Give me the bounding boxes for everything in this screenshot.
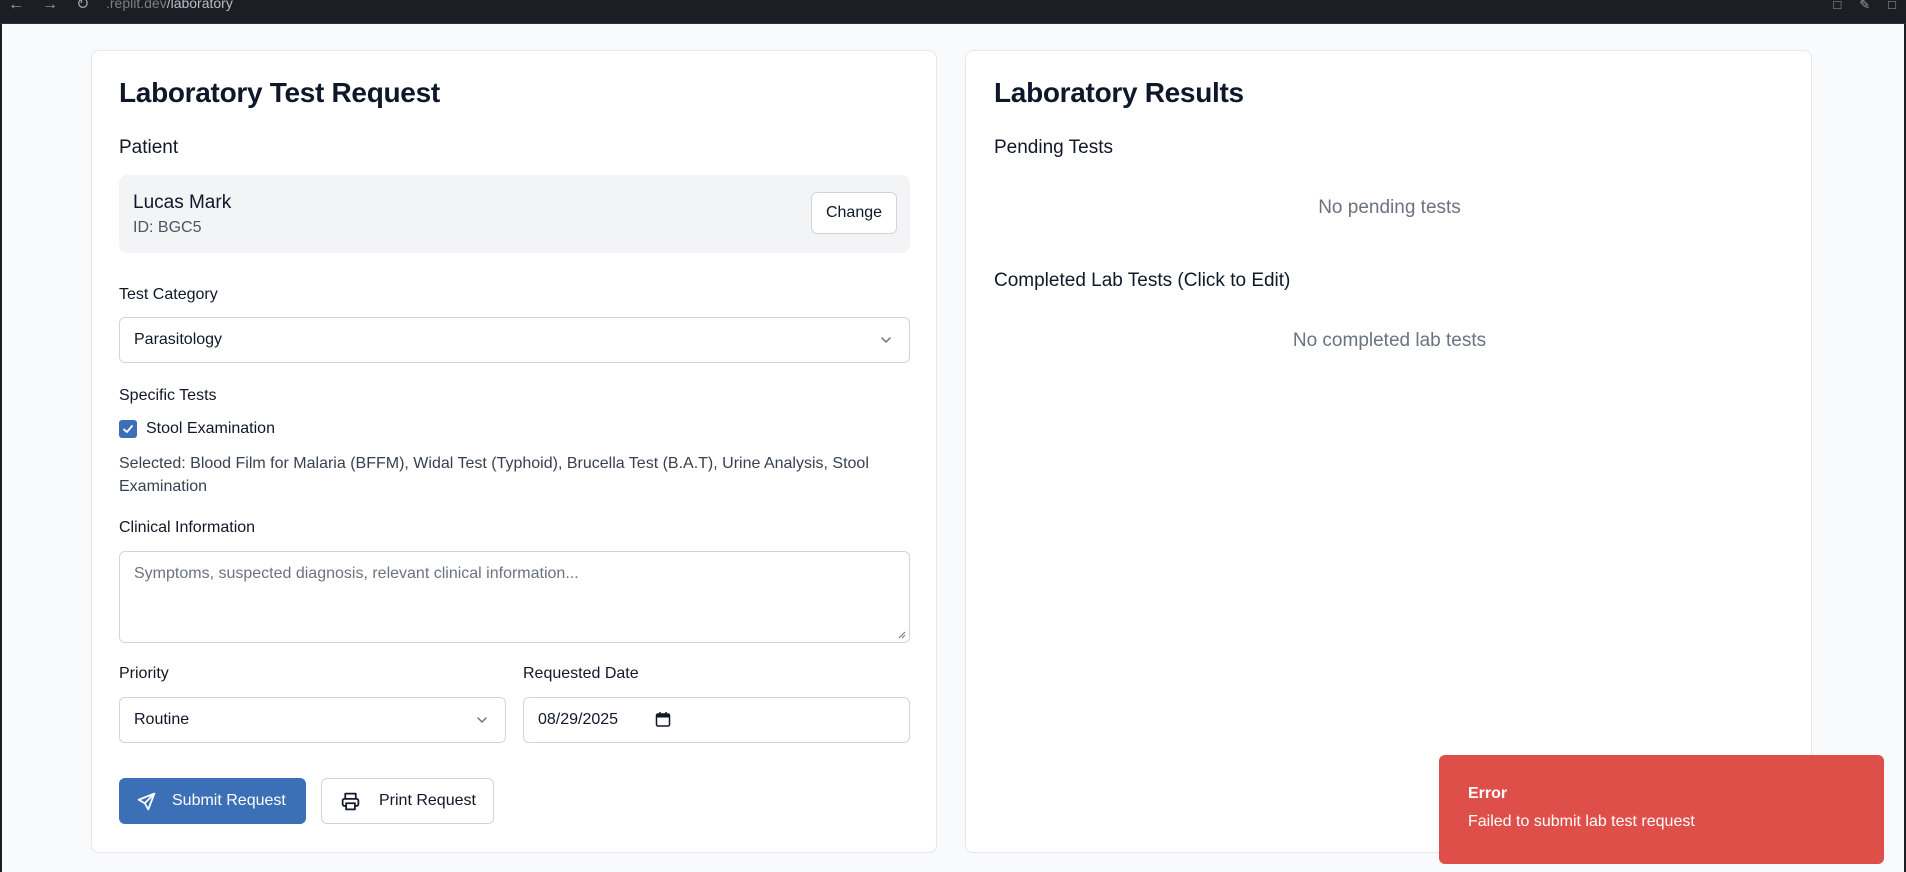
- url-path: /laboratory: [166, 0, 233, 11]
- browser-nav: ← → ↻: [8, 0, 89, 13]
- window-frame-left: [0, 24, 2, 872]
- tab-icon[interactable]: □: [1833, 0, 1841, 13]
- patient-card: Lucas Mark ID: BGC5 Change: [119, 175, 910, 253]
- completed-tests-label: Completed Lab Tests (Click to Edit): [994, 270, 1291, 291]
- back-icon[interactable]: ←: [8, 0, 24, 13]
- request-title: Laboratory Test Request: [119, 77, 440, 108]
- requested-date-input[interactable]: 08/29/2025: [523, 697, 910, 743]
- patient-name: Lucas Mark: [133, 192, 232, 213]
- specific-tests-label: Specific Tests: [119, 387, 217, 404]
- stool-examination-checkbox[interactable]: [119, 420, 137, 438]
- clinical-info-textarea[interactable]: Symptoms, suspected diagnosis, relevant …: [119, 551, 910, 643]
- check-icon: [123, 425, 133, 433]
- chevron-down-icon: [477, 717, 487, 723]
- print-request-label: Print Request: [379, 792, 476, 809]
- patient-label: Patient: [119, 137, 179, 158]
- patient-id: ID: BGC5: [133, 219, 202, 236]
- chevron-down-icon: [881, 337, 891, 343]
- browser-right-icons: □ ✎ □: [1833, 0, 1896, 13]
- pending-tests-label: Pending Tests: [994, 137, 1114, 158]
- requested-date-value: 08/29/2025: [538, 711, 619, 728]
- printer-icon: [341, 792, 360, 810]
- browser-toolbar: ← → ↻ .replit.dev/laboratory □ ✎ □: [0, 0, 1906, 24]
- completed-empty-message: No completed lab tests: [1292, 330, 1487, 351]
- submit-request-button[interactable]: Submit Request: [119, 778, 306, 824]
- toast-message: Failed to submit lab test request: [1468, 813, 1695, 830]
- priority-label: Priority: [119, 665, 169, 682]
- lab-request-card: Laboratory Test Request Patient Lucas Ma…: [91, 50, 937, 853]
- resize-handle-icon[interactable]: [896, 629, 906, 639]
- change-patient-button[interactable]: Change: [811, 192, 897, 234]
- test-category-select[interactable]: Parasitology: [119, 317, 910, 363]
- print-request-button[interactable]: Print Request: [321, 778, 494, 824]
- test-category-value: Parasitology: [134, 331, 223, 348]
- url-prefix: .replit.dev: [106, 0, 167, 11]
- toast-title: Error: [1468, 785, 1508, 802]
- submit-request-label: Submit Request: [172, 792, 286, 809]
- reload-icon[interactable]: ↻: [76, 0, 89, 13]
- send-icon: [137, 792, 156, 810]
- results-title: Laboratory Results: [994, 77, 1244, 108]
- priority-select[interactable]: Routine: [119, 697, 506, 743]
- test-category-label: Test Category: [119, 286, 218, 303]
- share-icon[interactable]: □: [1888, 0, 1896, 13]
- priority-value: Routine: [134, 711, 190, 728]
- address-bar[interactable]: .replit.dev/laboratory: [106, 0, 233, 11]
- tools-icon[interactable]: ✎: [1859, 0, 1870, 13]
- lab-results-card: Laboratory Results Pending Tests No pend…: [965, 50, 1812, 853]
- stool-examination-label[interactable]: Stool Examination: [146, 420, 275, 438]
- clinical-info-label: Clinical Information: [119, 519, 256, 536]
- clinical-info-placeholder: Symptoms, suspected diagnosis, relevant …: [134, 565, 579, 582]
- pending-empty-message: No pending tests: [1318, 197, 1461, 218]
- requested-date-label: Requested Date: [523, 665, 639, 682]
- calendar-icon[interactable]: [655, 711, 671, 728]
- forward-icon[interactable]: →: [42, 0, 58, 13]
- error-toast[interactable]: Error Failed to submit lab test request: [1439, 755, 1884, 864]
- selected-tests-summary: Selected: Blood Film for Malaria (BFFM),…: [119, 455, 869, 495]
